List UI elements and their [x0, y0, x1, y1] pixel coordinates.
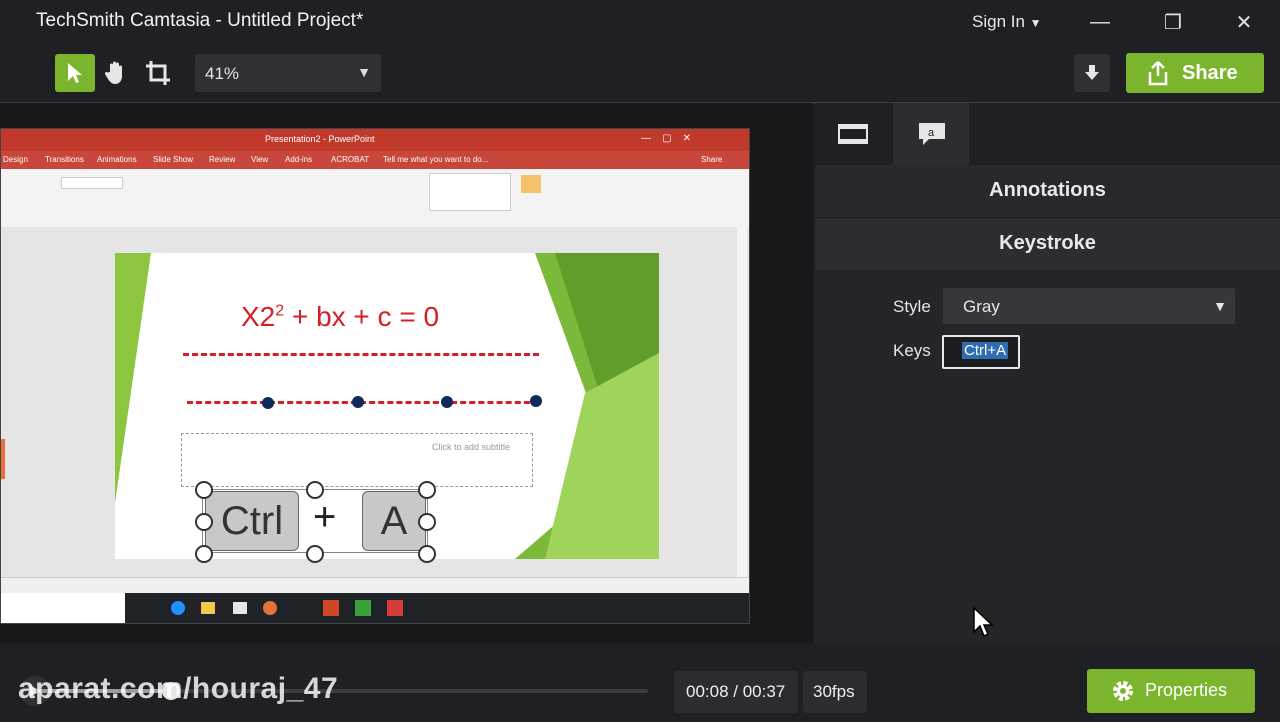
ppt-status-bar [1, 577, 749, 594]
ppt-tab: Tell me what you want to do... [383, 155, 489, 164]
time-text: 00:08 / 00:37 [686, 682, 786, 701]
resize-handle[interactable] [418, 481, 436, 499]
ppt-title-bar: Presentation2 - PowerPoint — ▢ ✕ [1, 129, 749, 151]
chevron-down-icon: ▼ [1213, 298, 1227, 314]
style-label: Style [893, 297, 931, 316]
keystroke-key-a: A [362, 491, 426, 551]
folder-icon [201, 602, 215, 614]
edge-icon [171, 601, 185, 615]
ppt-font-box [61, 177, 123, 189]
sign-in-button[interactable]: Sign In ▼ [972, 12, 1042, 32]
ppt-ribbon-tabs: Design Transitions Animations Slide Show… [1, 151, 749, 169]
svg-text:a: a [928, 127, 935, 139]
firefox-icon [263, 601, 277, 615]
style-value: Gray [963, 297, 1000, 316]
chevron-down-icon: ▼ [1029, 16, 1042, 30]
chevron-down-icon: ▼ [357, 64, 371, 80]
tab-annotations[interactable]: a [893, 103, 969, 168]
keystroke-key-ctrl: Ctrl [205, 491, 299, 551]
resize-handle[interactable] [306, 545, 324, 563]
ppt-window-title: Presentation2 - PowerPoint [265, 134, 375, 144]
crop-tool-button[interactable] [138, 54, 178, 92]
crop-icon [146, 61, 170, 85]
zoom-value: 41% [205, 64, 240, 83]
app-title: TechSmith Camtasia - Untitled Project* [36, 10, 364, 31]
equation-text: X22 + bx + c = 0 [241, 301, 440, 332]
minimize-icon: — [1090, 10, 1110, 33]
sign-in-label: Sign In [972, 12, 1025, 31]
taskbar-search-box [1, 593, 125, 623]
annotations-title: Annotations [989, 179, 1106, 201]
number-line-point [441, 396, 453, 408]
dashed-line [183, 353, 539, 356]
number-line-point [530, 395, 542, 407]
powerpoint-icon [323, 600, 339, 616]
share-button[interactable]: Share [1126, 53, 1264, 93]
zoom-dropdown[interactable]: 41% ▼ [195, 54, 381, 92]
film-strip-icon [838, 124, 868, 144]
ppt-scrollbar [737, 227, 747, 607]
download-arrow-icon [1085, 65, 1099, 80]
ppt-thumbnail-marker [1, 439, 5, 479]
annotations-header: Annotations [815, 165, 1280, 218]
ppt-tab: ACROBAT [331, 155, 370, 164]
hand-icon [104, 61, 122, 84]
keys-input[interactable]: Ctrl+A [942, 335, 1020, 369]
ppt-arrange-icon [521, 175, 541, 193]
watermark: aparat.com/houraj_47 [18, 672, 339, 705]
number-line-point [352, 396, 364, 408]
close-button[interactable]: ✕ [1226, 6, 1262, 38]
keystroke-title: Keystroke [999, 232, 1096, 254]
ppt-tab: Transitions [45, 155, 84, 164]
windows-taskbar [1, 593, 749, 623]
close-icon: ✕ [1235, 11, 1253, 34]
subtitle-placeholder: Click to add subtitle [181, 433, 533, 487]
fps-display: 30fps [803, 671, 867, 713]
cursor-arrow-icon [68, 63, 82, 83]
download-button[interactable] [1074, 54, 1110, 92]
resize-handle[interactable] [195, 513, 213, 531]
callout-icon: a [919, 123, 945, 145]
keystroke-plus: + [313, 495, 337, 539]
share-upload-icon [1148, 61, 1168, 86]
number-line-point [262, 397, 274, 409]
share-label: Share [1182, 62, 1238, 84]
tab-media[interactable] [837, 121, 869, 147]
style-dropdown[interactable]: Gray ▼ [943, 288, 1235, 324]
ppt-window-controls-icon: — ▢ ✕ [641, 133, 692, 144]
resize-handle[interactable] [195, 481, 213, 499]
properties-label: Properties [1145, 680, 1228, 700]
resize-handle[interactable] [418, 545, 436, 563]
panel-tabs: a [815, 103, 1280, 168]
minimize-button[interactable]: — [1082, 6, 1118, 38]
keys-value: Ctrl+A [962, 342, 1009, 359]
ppt-tab: Review [209, 155, 236, 164]
restore-button[interactable]: ❐ [1155, 6, 1191, 38]
resize-handle[interactable] [306, 481, 324, 499]
mail-icon [233, 602, 247, 614]
ppt-tab: Slide Show [153, 155, 194, 164]
pan-tool-button[interactable] [96, 54, 136, 92]
ppt-ribbon [1, 169, 749, 228]
ppt-share: Share [701, 155, 723, 164]
screen-recording-clip[interactable]: Presentation2 - PowerPoint — ▢ ✕ Design … [0, 128, 750, 624]
keys-label: Keys [893, 341, 931, 360]
ppt-tab: Animations [97, 155, 137, 164]
recorder-icon [387, 600, 403, 616]
select-tool-button[interactable] [55, 54, 95, 92]
properties-button[interactable]: Properties [1087, 669, 1255, 713]
fps-text: 30fps [813, 682, 855, 701]
camtasia-recorder-icon [355, 600, 371, 616]
keystroke-header: Keystroke [815, 218, 1280, 270]
ppt-tab: Design [3, 155, 28, 164]
time-display: 00:08 / 00:37 [674, 671, 798, 713]
ppt-tab: Add-ins [285, 155, 313, 164]
ppt-tab: View [251, 155, 269, 164]
mouse-cursor-icon [973, 606, 994, 638]
gear-icon [1113, 681, 1133, 701]
ppt-shapes-gallery [429, 173, 511, 211]
restore-icon: ❐ [1164, 11, 1182, 34]
resize-handle[interactable] [418, 513, 436, 531]
resize-handle[interactable] [195, 545, 213, 563]
